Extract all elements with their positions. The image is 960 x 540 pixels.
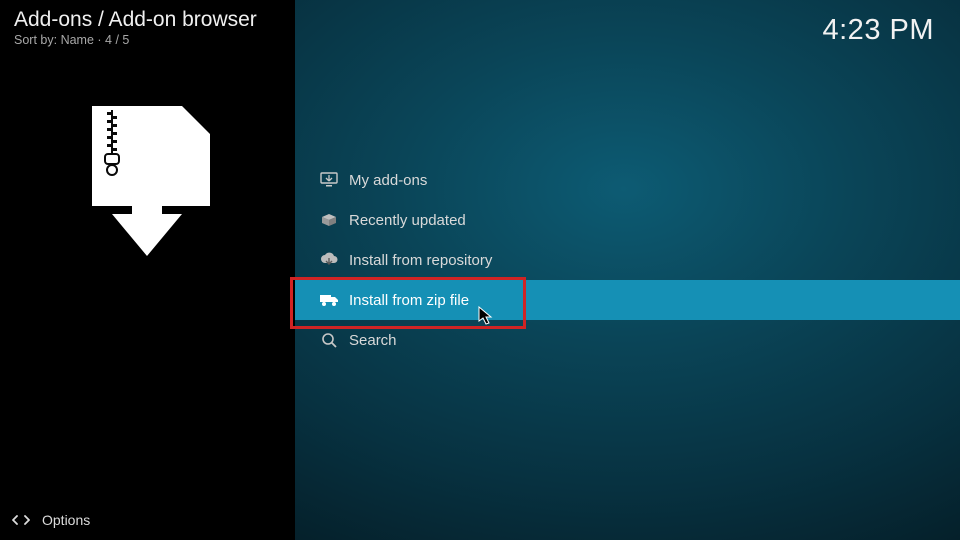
menu-item-search[interactable]: Search: [295, 320, 960, 360]
menu-item-install-repository[interactable]: Install from repository: [295, 240, 960, 280]
install-zip-large-icon: [82, 106, 212, 256]
menu-label: My add-ons: [349, 172, 427, 189]
monitor-icon: [313, 172, 345, 188]
sort-prefix: Sort by:: [14, 33, 57, 47]
search-icon: [313, 332, 345, 349]
menu-label: Install from repository: [349, 252, 492, 269]
sidebar: Add-ons / Add-on browser Sort by: Name ·…: [0, 0, 295, 540]
open-box-icon: [313, 211, 345, 229]
menu-item-install-zip[interactable]: Install from zip file: [295, 280, 960, 320]
breadcrumb: Add-ons / Add-on browser: [14, 8, 257, 32]
truck-icon: [313, 293, 345, 307]
sort-value: Name: [61, 33, 94, 47]
list-position: 4 / 5: [105, 33, 129, 47]
menu-item-my-addons[interactable]: My add-ons: [295, 160, 960, 200]
arrows-horizontal-icon: [12, 514, 36, 526]
sort-line: Sort by: Name · 4 / 5: [14, 33, 129, 47]
addon-browser-menu: My add-ons Recently updated Install from…: [295, 160, 960, 360]
menu-label: Recently updated: [349, 212, 466, 229]
menu-item-recently-updated[interactable]: Recently updated: [295, 200, 960, 240]
footer-options[interactable]: Options: [12, 512, 90, 528]
sort-sep: ·: [97, 33, 105, 47]
menu-label: Search: [349, 332, 397, 349]
footer-options-label: Options: [42, 512, 90, 528]
clock: 4:23 PM: [823, 14, 935, 47]
cloud-download-icon: [313, 252, 345, 268]
menu-label: Install from zip file: [349, 292, 469, 309]
